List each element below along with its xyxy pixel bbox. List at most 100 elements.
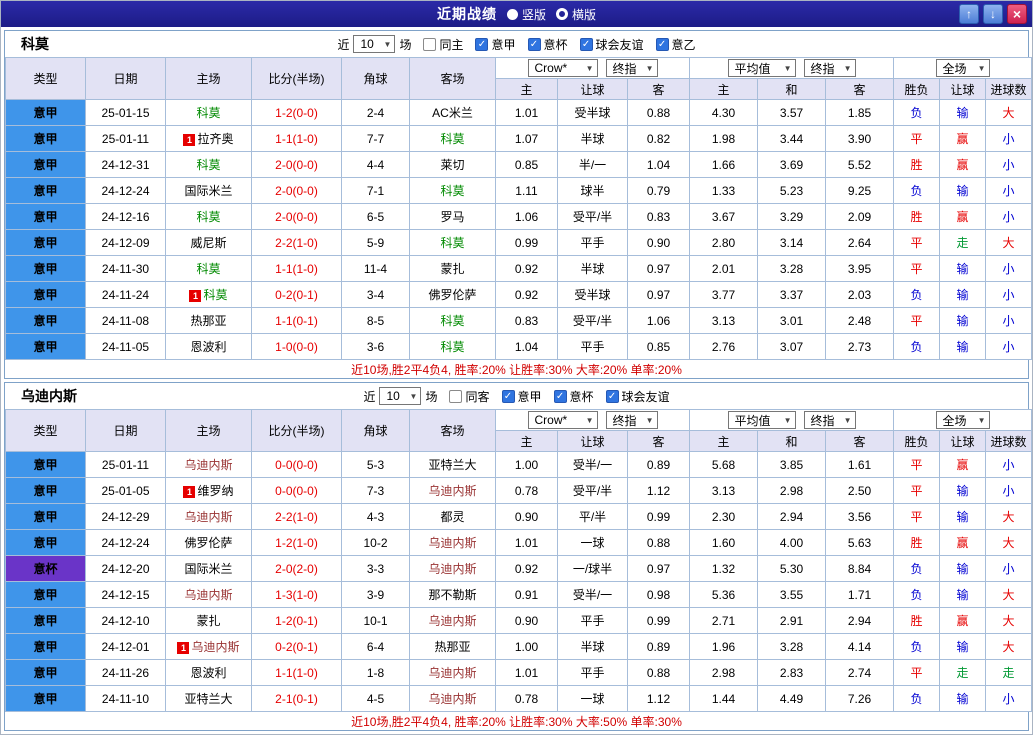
scope-select[interactable]: 全场 ▼ [935, 411, 990, 429]
home-odds-cell: 0.91 [495, 581, 558, 608]
games-label: 场 [425, 389, 438, 404]
average-group-header: 平均值 ▼ 终指 ▼ [689, 57, 895, 79]
filter-checkbox[interactable]: ✓ 意杯 [553, 388, 594, 405]
column-header: 让球 [939, 430, 987, 452]
results-table: 类型 日期 主场 比分(半场) 角球 客场 Crow* ▼ 终指 ▼ 平均值 ▼ 终指 ▼ 全场 ▼ 主让球客主… [5, 57, 1032, 360]
team-link[interactable]: 乌迪内斯 [428, 562, 476, 576]
team-link[interactable]: 罗马 [440, 210, 464, 224]
scope-select[interactable]: 全场 ▼ [935, 59, 990, 77]
team-link[interactable]: AC米兰 [432, 106, 473, 120]
scope-group-header: 全场 ▼ [893, 409, 1032, 431]
team-link[interactable]: 恩波利 [190, 340, 226, 354]
filter-checkbox[interactable]: ✓ 意甲 [501, 388, 542, 405]
team-link[interactable]: 那不勒斯 [428, 588, 476, 602]
team-link[interactable]: 乌迪内斯 [191, 640, 239, 654]
team-link[interactable]: 乌迪内斯 [184, 588, 232, 602]
team-link[interactable]: 乌迪内斯 [428, 536, 476, 550]
result-cell: 负 [893, 581, 941, 608]
handicap-cell: 受半球 [557, 281, 628, 308]
team-link[interactable]: 科莫 [196, 106, 220, 120]
team-link[interactable]: 恩波利 [190, 666, 226, 680]
checkbox-label: 意甲 [517, 389, 542, 404]
team-link[interactable]: 科莫 [196, 210, 220, 224]
team-link[interactable]: 拉齐奥 [197, 132, 233, 146]
score-cell: 1-3(1-0) [251, 581, 342, 608]
team-link[interactable]: 乌迪内斯 [428, 614, 476, 628]
match-row: 意甲 24-12-31 科莫 2-0(0-0) 4-4 莱切 0.85 半/一 1.04 1.66… [5, 151, 1032, 178]
average-select[interactable]: 平均值 ▼ [727, 59, 796, 77]
team-link[interactable]: 佛罗伦萨 [428, 288, 476, 302]
filter-checkbox[interactable]: ✓ 意甲 [475, 36, 516, 53]
checkbox-label: 意杯 [569, 389, 594, 404]
team-link[interactable]: 科莫 [196, 158, 220, 172]
team-link[interactable]: 科莫 [440, 184, 464, 198]
filter-checkbox[interactable]: 同客 [449, 388, 490, 405]
handicap-cell: 平手 [557, 659, 628, 686]
dropdown-arrow-icon: ▼ [977, 63, 986, 73]
handicap-cell: 半/一 [557, 151, 628, 178]
column-header: 和 [757, 78, 827, 100]
team-link[interactable]: 蒙扎 [440, 262, 464, 276]
team-link[interactable]: 国际米兰 [184, 562, 232, 576]
team-link[interactable]: 国际米兰 [184, 184, 232, 198]
team-link[interactable]: 热那亚 [190, 314, 226, 328]
checkbox-icon: ✓ [475, 37, 489, 51]
team-link[interactable]: 科莫 [196, 262, 220, 276]
match-count-select[interactable]: 10 ▼ [379, 387, 422, 405]
dropdown-arrow-icon: ▼ [645, 415, 654, 425]
team-link[interactable]: 亚特兰大 [184, 692, 232, 706]
team-link[interactable]: 亚特兰大 [428, 458, 476, 472]
team-link[interactable]: 热那亚 [434, 640, 470, 654]
close-button[interactable]: × [1007, 4, 1027, 24]
match-date-cell: 24-12-24 [85, 529, 166, 556]
filter-checkbox[interactable]: ✓ 意杯 [527, 36, 568, 53]
team-link[interactable]: 科莫 [203, 288, 227, 302]
handicap-cell: 半球 [557, 633, 628, 660]
bookmaker-select[interactable]: Crow* ▼ [527, 59, 598, 77]
odds-mode-select[interactable]: 终指 ▼ [605, 59, 658, 77]
team-link[interactable]: 蒙扎 [196, 614, 220, 628]
result-cell: 平 [893, 229, 941, 256]
checkbox-icon: ✓ [501, 389, 515, 403]
filter-checkbox[interactable]: 同主 [423, 36, 463, 53]
layout-option-vertical[interactable]: 竖版 [506, 6, 546, 23]
team-link[interactable]: 乌迪内斯 [428, 484, 476, 498]
team-link[interactable]: 科莫 [440, 314, 464, 328]
home-odds-cell: 0.78 [495, 477, 558, 504]
match-count-select[interactable]: 10 ▼ [353, 35, 396, 53]
scroll-down-button[interactable]: ↓ [983, 4, 1003, 24]
average-select[interactable]: 平均值 ▼ [727, 411, 796, 429]
away-team-cell: 罗马 [409, 203, 496, 230]
avg-mode-select[interactable]: 终指 ▼ [803, 59, 856, 77]
team-link[interactable]: 科莫 [440, 340, 464, 354]
team-link[interactable]: 佛罗伦萨 [184, 536, 232, 550]
team-link[interactable]: 维罗纳 [197, 484, 233, 498]
handicap-cell: 球半 [557, 177, 628, 204]
column-header: 主 [495, 430, 558, 452]
team-link[interactable]: 乌迪内斯 [184, 458, 232, 472]
team-link[interactable]: 科莫 [440, 132, 464, 146]
team-link[interactable]: 莱切 [440, 158, 464, 172]
away-odds-cell: 0.83 [626, 203, 691, 230]
filter-checkbox[interactable]: ✓ 意乙 [655, 36, 696, 53]
odds-mode-select[interactable]: 终指 ▼ [605, 411, 658, 429]
score-cell: 1-0(0-0) [251, 333, 342, 360]
team-link[interactable]: 科莫 [440, 236, 464, 250]
bookmaker-select[interactable]: Crow* ▼ [527, 411, 598, 429]
team-link[interactable]: 乌迪内斯 [428, 692, 476, 706]
match-row: 意甲 24-11-05 恩波利 1-0(0-0) 3-6 科莫 1.04 平手 0.85 2.76… [5, 333, 1032, 360]
team-link[interactable]: 乌迪内斯 [184, 510, 232, 524]
away-odds-cell: 0.99 [626, 607, 691, 634]
scroll-up-button[interactable]: ↑ [959, 4, 979, 24]
filter-checkbox[interactable]: ✓ 球会友谊 [579, 36, 644, 53]
layout-option-horizontal[interactable]: 横版 [556, 6, 596, 23]
team-link[interactable]: 都灵 [440, 510, 464, 524]
away-team-cell: 那不勒斯 [409, 581, 496, 608]
select-value: 平均值 [734, 61, 771, 76]
filter-checkbox[interactable]: ✓ 球会友谊 [605, 388, 670, 405]
goals-result-cell: 大 [985, 99, 1032, 126]
team-link[interactable]: 乌迪内斯 [428, 666, 476, 680]
avg-mode-select[interactable]: 终指 ▼ [803, 411, 856, 429]
filter-controls: 近 10 ▼ 场同主 ✓ 意甲 ✓ 意杯 ✓ 球会友谊 ✓ 意乙 [337, 35, 696, 53]
team-link[interactable]: 威尼斯 [190, 236, 226, 250]
